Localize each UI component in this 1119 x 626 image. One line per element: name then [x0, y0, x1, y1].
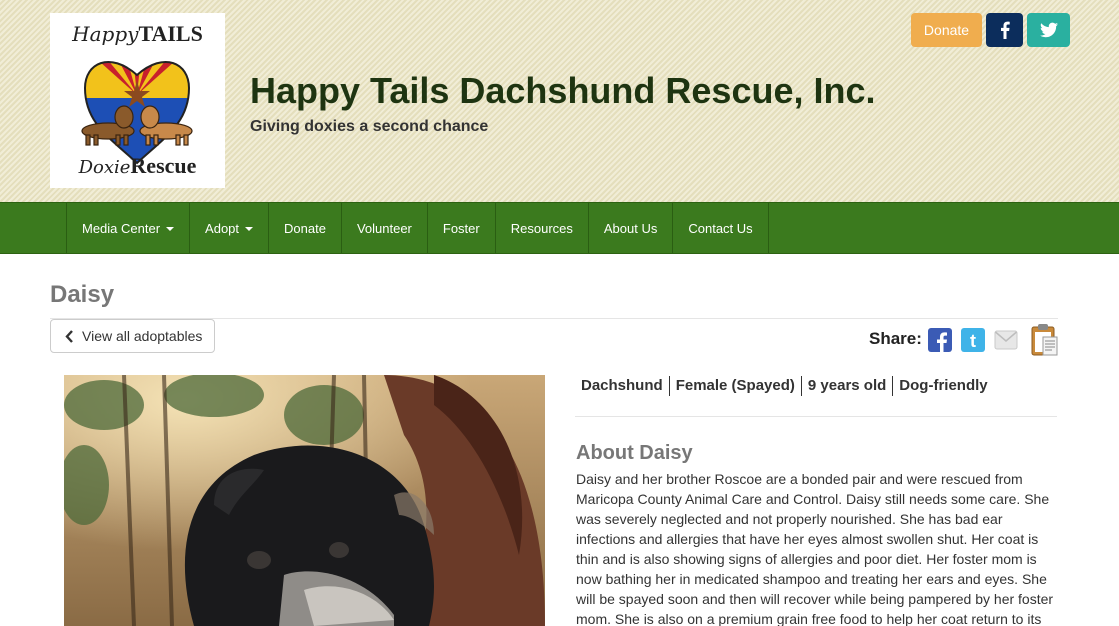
logo-bottom-text: DoxieRescue	[78, 153, 197, 178]
nav-item-label: Media Center	[82, 220, 161, 236]
nav-item-label: Adopt	[205, 220, 240, 236]
svg-text:t: t	[970, 331, 976, 351]
dog-photo-image	[64, 375, 545, 626]
nav-item-volunteer[interactable]: Volunteer	[342, 203, 428, 253]
attribute-item: Dog-friendly	[892, 376, 993, 396]
nav-item-label: About Us	[603, 220, 658, 236]
nav-item-label: Resources	[510, 220, 573, 236]
site-tagline: Giving doxies a second chance	[250, 118, 489, 135]
dog-photo[interactable]	[64, 375, 545, 626]
back-button-label: View all adoptables	[82, 328, 203, 344]
twitter-share-icon[interactable]: t	[961, 328, 985, 352]
attribute-item: 9 years old	[800, 376, 892, 396]
header-donate-button[interactable]: Donate	[911, 13, 982, 47]
share-label: Share:	[869, 329, 922, 348]
attribute-item: Female (Spayed)	[668, 376, 801, 396]
nav-item-donate[interactable]: Donate	[269, 203, 342, 253]
page-title: Daisy	[50, 281, 115, 308]
dog-attributes: Dachshund Female (Spayed) 9 years old Dog-f…	[575, 376, 994, 396]
nav-item-label: Foster	[442, 220, 480, 236]
attribute-item: Dachshund	[581, 377, 663, 394]
site-logo[interactable]: HappyTAILS DoxieRescue	[50, 13, 225, 188]
nav-menu: Media Center Adopt Donate Volunteer Foster Re…	[66, 203, 769, 253]
nav-item-adopt[interactable]: Adopt	[190, 203, 270, 253]
caret-down-icon	[166, 227, 175, 231]
facebook-share-icon[interactable]	[928, 328, 952, 352]
nav-item-label: Volunteer	[356, 220, 412, 236]
facebook-icon	[1000, 21, 1010, 39]
nav-item-label: Donate	[284, 220, 326, 236]
nav-item-resources[interactable]: Resources	[496, 203, 589, 253]
facebook-button[interactable]	[986, 13, 1023, 47]
view-all-adoptables-button[interactable]: View all adoptables	[50, 319, 215, 353]
site-title[interactable]: Happy Tails Dachshund Rescue, Inc.	[250, 70, 876, 112]
twitter-icon	[1039, 22, 1058, 38]
twitter-button[interactable]	[1027, 13, 1070, 47]
email-share-icon[interactable]	[994, 328, 1018, 352]
caret-down-icon	[245, 227, 254, 231]
nav-item-media-center[interactable]: Media Center	[67, 203, 191, 253]
clipboard-icon[interactable]	[1030, 323, 1060, 357]
nav-item-contact-us[interactable]: Contact Us	[673, 203, 769, 253]
about-text: Daisy and her brother Roscoe are a bonde…	[576, 471, 1054, 626]
about-heading: About Daisy	[576, 442, 693, 464]
nav-item-label: Contact Us	[688, 220, 753, 236]
chevron-left-icon	[65, 329, 73, 343]
site-header: HappyTAILS DoxieRescue Happy Tails Dachs…	[0, 0, 1119, 202]
main-navbar: Media Center Adopt Donate Volunteer Foster Re…	[0, 202, 1119, 254]
nav-item-foster[interactable]: Foster	[428, 203, 496, 253]
nav-item-about-us[interactable]: About Us	[589, 203, 674, 253]
attributes-divider	[575, 416, 1057, 417]
